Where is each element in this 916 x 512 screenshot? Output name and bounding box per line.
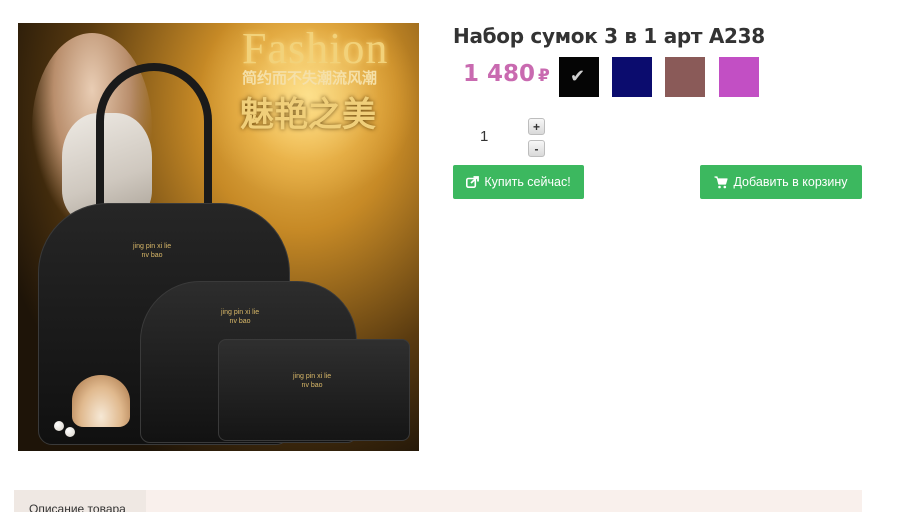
quantity-value[interactable]: 1 [480, 128, 488, 145]
add-to-cart-label: Добавить в корзину [733, 175, 848, 189]
image-slogan-line2: 魅艳之美 [240, 95, 376, 135]
color-swatch-dusty-rose[interactable] [665, 57, 705, 97]
add-to-cart-button[interactable]: Добавить в корзину [700, 165, 862, 199]
bag-logo-line2: nv bao [301, 382, 323, 389]
buy-now-label: Купить сейчас! [484, 175, 571, 189]
pearl [54, 421, 64, 431]
seashell [72, 375, 130, 427]
buy-now-button[interactable]: Купить сейчас! [453, 165, 584, 199]
bag-logo-line1: jing pin xi lie [133, 243, 172, 250]
pearl [65, 427, 75, 437]
color-swatch-black[interactable]: ✔ [559, 57, 599, 97]
color-swatch-orchid[interactable] [719, 57, 759, 97]
bag-logo-line1: jing pin xi lie [293, 373, 332, 380]
bag-logo-line2: nv bao [229, 318, 251, 325]
tab-description[interactable]: Описание товара [14, 490, 146, 512]
product-price: 1 480 ₽ [463, 61, 550, 87]
checkmark-icon: ✔ [570, 66, 586, 86]
product-image[interactable]: Fashion 简约而不失潮流风潮 魅艳之美 jing pin xi lie n… [18, 23, 419, 451]
bag-logo: jing pin xi lie nv bao [293, 372, 331, 390]
shopping-cart-icon [714, 175, 729, 189]
bag-logo-line1: jing pin xi lie [221, 309, 260, 316]
product-tabs: Описание товара [14, 490, 862, 512]
product-page: Fashion 简约而不失潮流风潮 魅艳之美 jing pin xi lie n… [0, 0, 916, 512]
quantity-increase-button[interactable]: + [528, 118, 545, 135]
image-slogan-line1: 简约而不失潮流风潮 [242, 69, 378, 87]
share-square-icon [466, 176, 480, 188]
bag-logo: jing pin xi lie nv bao [221, 308, 259, 326]
quantity-decrease-button[interactable]: - [528, 140, 545, 157]
color-swatch-navy[interactable] [612, 57, 652, 97]
bag-logo-line2: nv bao [141, 252, 163, 259]
small-bag: jing pin xi lie nv bao [218, 339, 410, 441]
price-value: 1 480 [463, 61, 536, 87]
bag-logo: jing pin xi lie nv bao [133, 242, 171, 260]
product-title: Набор сумок 3 в 1 арт A238 [453, 24, 765, 48]
price-currency: ₽ [538, 66, 550, 86]
